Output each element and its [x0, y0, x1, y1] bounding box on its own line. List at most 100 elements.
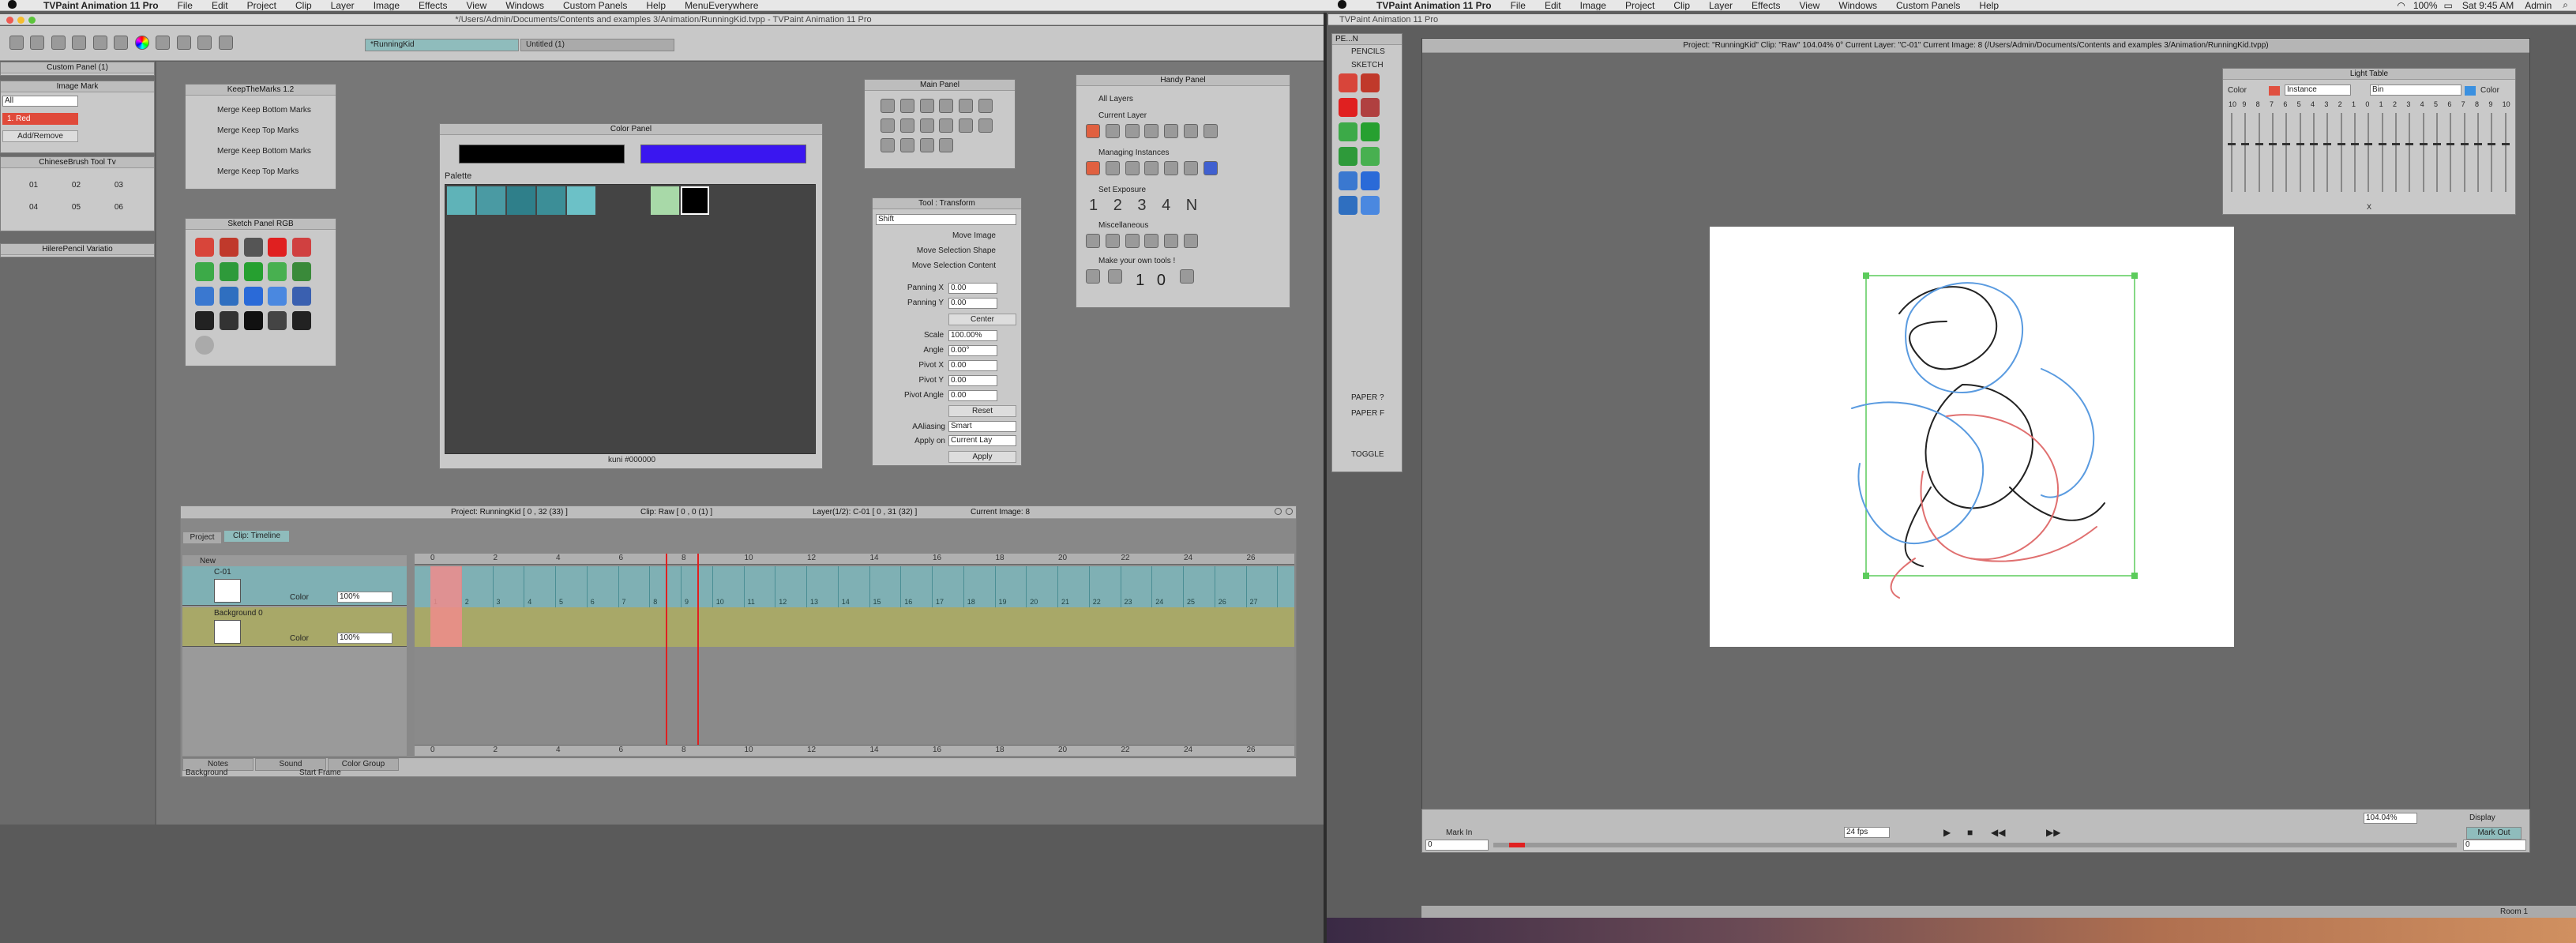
- timeline-cell[interactable]: 18: [964, 566, 996, 607]
- search-icon[interactable]: ⌕: [2563, 0, 2568, 10]
- light-table-slider[interactable]: [2392, 113, 2400, 192]
- menu-file[interactable]: File: [178, 0, 193, 10]
- transform-mode-select[interactable]: Shift: [876, 214, 1016, 225]
- marker-blue-icon[interactable]: [1361, 196, 1380, 215]
- black-eraser-icon[interactable]: [292, 311, 312, 330]
- rectangle-tool-icon[interactable]: [1086, 269, 1100, 284]
- timeline-cell[interactable]: 23: [1121, 566, 1153, 607]
- red-pencil-icon[interactable]: [195, 238, 214, 257]
- green-pencil-icon[interactable]: [195, 262, 214, 281]
- light-table-slider[interactable]: [2296, 113, 2304, 192]
- light-table-bin-select[interactable]: Bin: [2370, 85, 2461, 96]
- light-table-slider[interactable]: [2460, 113, 2469, 192]
- curve-icon[interactable]: [959, 99, 974, 113]
- rectangle-icon[interactable]: [919, 99, 934, 113]
- panel-menu-icon[interactable]: [1275, 508, 1282, 515]
- light-table-slider-knob[interactable]: [2351, 143, 2359, 145]
- section-managing-instances[interactable]: Managing Instances: [1076, 146, 1290, 160]
- add-remove-button[interactable]: Add/Remove: [2, 130, 78, 142]
- display-button[interactable]: Display: [2469, 813, 2495, 822]
- menu-view-right[interactable]: View: [1800, 0, 1820, 10]
- timeline-cell[interactable]: 21: [1058, 566, 1090, 607]
- black-pencil-icon[interactable]: [195, 311, 214, 330]
- drawing-canvas[interactable]: [1710, 227, 2234, 647]
- light-table-slider-knob[interactable]: [2405, 143, 2414, 145]
- cross-red-icon[interactable]: [1339, 98, 1357, 117]
- zoom-field[interactable]: 104.04%: [2364, 813, 2417, 824]
- timeline-cell[interactable]: 24: [1152, 566, 1184, 607]
- eraser-blue-icon[interactable]: [1339, 196, 1357, 215]
- fx-icon[interactable]: [1203, 161, 1218, 175]
- light-table-slider-knob[interactable]: [2419, 143, 2428, 145]
- brush-preset-01[interactable]: 01: [29, 181, 38, 190]
- layer-tool-5-icon[interactable]: [1164, 124, 1179, 138]
- timeline-cell[interactable]: 27: [1247, 566, 1279, 607]
- light-table-slider[interactable]: [2282, 113, 2291, 192]
- pencil-blue-icon[interactable]: [1339, 171, 1357, 190]
- light-table-sliders[interactable]: [2226, 113, 2514, 200]
- close-panel-icon[interactable]: [1286, 508, 1293, 515]
- layer-tool-1-icon[interactable]: [1086, 124, 1100, 138]
- instance-tool-1-icon[interactable]: [1086, 161, 1100, 175]
- light-table-slider[interactable]: [2364, 113, 2373, 192]
- new-layer-button[interactable]: New: [200, 557, 216, 565]
- secondary-color-swatch[interactable]: [640, 145, 806, 163]
- pen-tool-icon[interactable]: [1179, 269, 1194, 284]
- light-table-slider-knob[interactable]: [2488, 143, 2496, 145]
- rewind-icon[interactable]: ◀◀: [1991, 827, 2005, 838]
- light-table-slider[interactable]: [2323, 113, 2332, 192]
- keep-marks-item-2[interactable]: Merge Keep Top Marks: [186, 124, 336, 137]
- brush-preset-04[interactable]: 04: [29, 203, 38, 212]
- section-pencils[interactable]: PENCILS: [1332, 45, 1402, 58]
- tab-clip-timeline[interactable]: Clip: Timeline: [223, 530, 290, 543]
- eraser-green-icon[interactable]: [1339, 147, 1357, 166]
- pivot-x-input[interactable]: 0.00: [948, 360, 997, 371]
- timeline-cell[interactable]: 12: [775, 566, 807, 607]
- light-table-slider[interactable]: [2474, 113, 2482, 192]
- pivot-angle-input[interactable]: 0.00: [948, 390, 997, 401]
- mark-in-button[interactable]: Mark In: [1446, 828, 1472, 837]
- menu-menueverywhere[interactable]: MenuEverywhere: [685, 0, 758, 10]
- misc-tool-2-icon[interactable]: [1105, 234, 1120, 248]
- menu-view[interactable]: View: [467, 0, 487, 10]
- center-button[interactable]: Center: [948, 314, 1016, 325]
- instance-tool-6-icon[interactable]: [1183, 161, 1198, 175]
- timeline-cell[interactable]: 7: [619, 566, 651, 607]
- palette-swatch-7[interactable]: [681, 186, 709, 215]
- select-icon[interactable]: [881, 118, 895, 133]
- brush-preset-02[interactable]: 02: [72, 181, 81, 190]
- light-table-slider-knob[interactable]: [2296, 143, 2304, 145]
- layer-opacity-c01[interactable]: 100%: [337, 592, 392, 603]
- timeline-cell[interactable]: 16: [901, 566, 933, 607]
- section-set-exposure[interactable]: Set Exposure: [1076, 183, 1290, 197]
- flip-icon[interactable]: [218, 36, 233, 50]
- picker-icon[interactable]: [919, 138, 934, 152]
- menu-file-right[interactable]: File: [1511, 0, 1526, 10]
- angle-input[interactable]: 0.00°: [948, 345, 997, 356]
- tab-untitled[interactable]: Untitled (1): [520, 39, 674, 51]
- menu-effects[interactable]: Effects: [419, 0, 447, 10]
- timeline-ruler[interactable]: 0 2 4 6 8 10 12 14 16 18 20 22 24 26: [415, 554, 1294, 565]
- transform-icon[interactable]: [939, 118, 954, 133]
- cross-blue-icon[interactable]: [1361, 171, 1380, 190]
- timeline-cell[interactable]: 4: [524, 566, 556, 607]
- section-miscellaneous[interactable]: Miscellaneous: [1076, 219, 1290, 232]
- timeline-cell[interactable]: 13: [807, 566, 839, 607]
- black-cross-icon[interactable]: [243, 311, 263, 330]
- timeline-cell[interactable]: 11: [745, 566, 776, 607]
- undo-icon[interactable]: [72, 36, 87, 50]
- section-all-layers[interactable]: All Layers: [1076, 92, 1290, 106]
- instance-tool-5-icon[interactable]: [1164, 161, 1179, 175]
- layer-mode-background[interactable]: Color: [290, 634, 309, 643]
- fill-icon[interactable]: [978, 99, 993, 113]
- eye-icon[interactable]: [195, 336, 214, 355]
- light-table-slider[interactable]: [2269, 113, 2277, 192]
- light-table-slider[interactable]: [2228, 113, 2236, 192]
- blue-pencil-icon[interactable]: [195, 287, 214, 306]
- frame-in-field[interactable]: 0: [1425, 840, 1489, 851]
- brush-preset-03[interactable]: 03: [115, 181, 123, 190]
- layer-mode-c01[interactable]: Color: [290, 593, 309, 602]
- light-table-slider[interactable]: [2433, 113, 2441, 192]
- grid-icon[interactable]: [959, 118, 974, 133]
- blue-brush-icon[interactable]: [219, 287, 238, 306]
